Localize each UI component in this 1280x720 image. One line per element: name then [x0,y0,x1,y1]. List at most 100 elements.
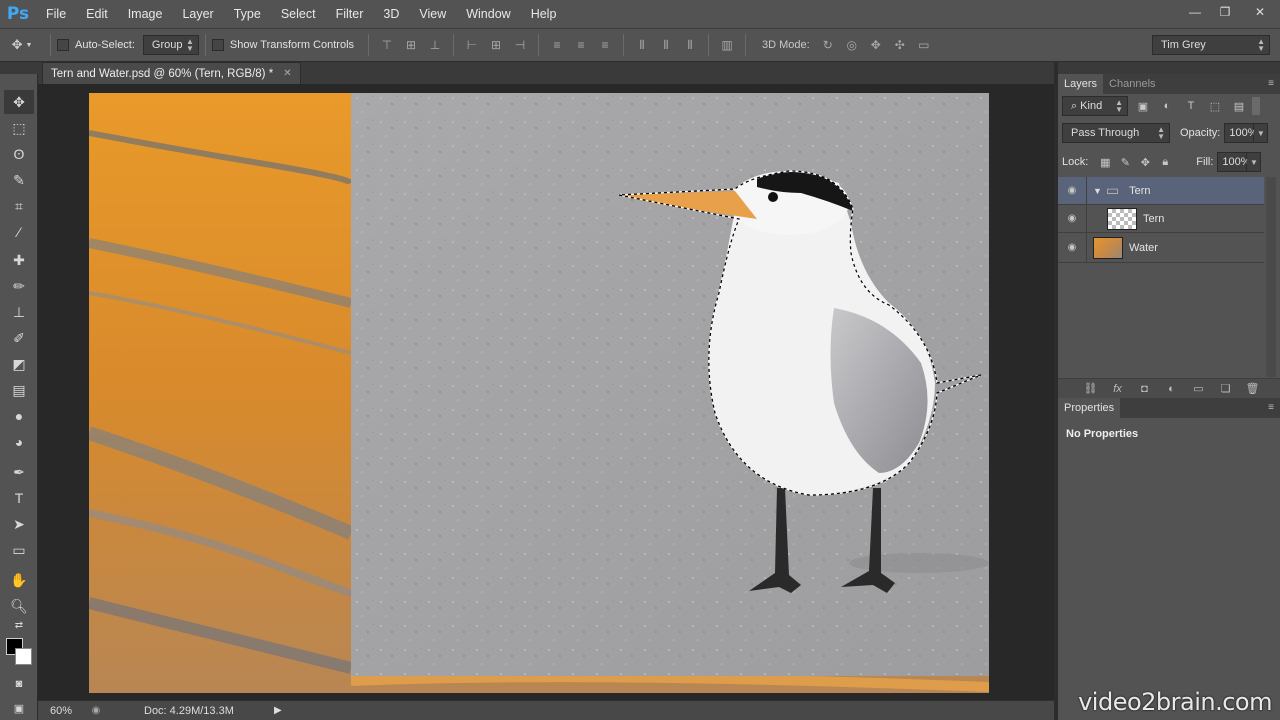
align-vcenter-icon[interactable]: ⊞ [399,33,423,57]
panel-menu-icon[interactable]: ≡ [1268,78,1274,89]
align-left-icon[interactable]: ⊢ [460,33,484,57]
panel-dock-grip[interactable] [1058,62,1280,74]
menu-image[interactable]: Image [118,0,173,28]
filter-adjustment-icon[interactable]: ◐ [1158,97,1176,115]
fill-input[interactable]: 100% [1217,152,1251,172]
align-top-icon[interactable]: ⊤ [375,33,399,57]
menu-select[interactable]: Select [271,0,326,28]
layers-scrollbar[interactable] [1266,177,1276,377]
eyedropper-tool-icon[interactable]: ⁄ [4,220,34,244]
screen-mode-icon[interactable]: ▣ [4,696,34,720]
menu-type[interactable]: Type [224,0,271,28]
layer-row-tern[interactable]: ◉ Tern [1058,205,1264,233]
status-menu-arrow-icon[interactable]: ▶ [274,705,282,716]
lasso-tool-icon[interactable]: ʘ [4,142,34,166]
filter-smart-object-icon[interactable]: ▤ [1230,97,1248,115]
distribute-bottom-icon[interactable]: ≡ [593,33,617,57]
hand-tool-icon[interactable]: ✋ [4,568,34,592]
pen-tool-icon[interactable]: ✒ [4,460,34,484]
link-layers-icon[interactable]: ⛓ [1077,382,1104,395]
tab-properties[interactable]: Properties [1058,398,1121,418]
3d-pan-icon[interactable]: ✥ [864,33,888,57]
visibility-eye-icon[interactable]: ◉ [1058,213,1086,224]
tab-channels[interactable]: Channels [1103,74,1161,94]
brush-tool-icon[interactable]: ✏ [4,274,34,298]
menu-help[interactable]: Help [521,0,567,28]
filter-kind-dropdown[interactable]: ⌕ Kind ▲ ▼ [1062,96,1128,116]
distribute-left-icon[interactable]: ⦀ [630,33,654,57]
visibility-eye-icon[interactable]: ◉ [1058,242,1086,253]
align-right-icon[interactable]: ⊣ [508,33,532,57]
menu-layer[interactable]: Layer [172,0,223,28]
dodge-tool-icon[interactable]: ◕ [4,430,34,454]
zoom-level-field[interactable]: 60% [38,705,84,717]
healing-brush-tool-icon[interactable]: ✚ [4,248,34,272]
marquee-tool-icon[interactable]: ⬚ [4,116,34,140]
history-brush-tool-icon[interactable]: ✐ [4,326,34,350]
auto-select-dropdown[interactable]: Group ▲ ▼ [142,35,199,55]
move-tool-preset-icon[interactable]: ✥ ▼ [0,33,44,57]
lock-image-icon[interactable]: ✎ [1116,153,1134,171]
menu-window[interactable]: Window [456,0,520,28]
document-tab[interactable]: Tern and Water.psd @ 60% (Tern, RGB/8) *… [42,62,301,84]
menu-filter[interactable]: Filter [326,0,374,28]
layer-row-water[interactable]: ◉ Water [1058,233,1264,263]
group-expand-triangle-icon[interactable]: ▼ [1093,186,1102,196]
filter-pixel-icon[interactable]: ▣ [1134,97,1152,115]
lock-position-icon[interactable]: ✥ [1136,153,1154,171]
distribute-top-icon[interactable]: ≡ [545,33,569,57]
new-group-folder-icon[interactable]: ▭ [1185,382,1212,395]
type-tool-icon[interactable]: T [4,486,34,510]
workspace-dropdown[interactable]: Tim Grey ▲ ▼ [1152,35,1270,55]
auto-select-checkbox[interactable] [57,39,69,51]
3d-slide-icon[interactable]: ✣ [888,33,912,57]
layer-row-tern-group[interactable]: ◉ ▼ ▭ Tern [1058,177,1264,205]
delete-layer-trash-icon[interactable]: 🗑︎ [1239,382,1266,395]
quick-selection-tool-icon[interactable]: ✎ [4,168,34,192]
menu-edit[interactable]: Edit [76,0,118,28]
menu-view[interactable]: View [409,0,456,28]
rectangle-tool-icon[interactable]: ▭ [4,538,34,562]
filter-toggle-switch[interactable] [1252,97,1260,115]
filter-type-icon[interactable]: T [1182,97,1200,115]
background-color-swatch[interactable] [15,648,32,665]
lock-all-icon[interactable]: 🔒︎ [1156,153,1174,171]
blend-mode-dropdown[interactable]: Pass Through ▲ ▼ [1062,123,1170,143]
add-mask-icon[interactable]: ◘ [1131,383,1158,395]
layer-style-fx-icon[interactable]: fx [1104,383,1131,395]
align-hcenter-icon[interactable]: ⊞ [484,33,508,57]
panel-menu-icon[interactable]: ≡ [1268,402,1274,413]
show-transform-checkbox[interactable] [211,39,224,51]
blur-tool-icon[interactable]: ● [4,404,34,428]
swap-colors-icon[interactable]: ⇄ [4,618,34,632]
visibility-eye-icon[interactable]: ◉ [1058,185,1086,196]
clone-stamp-tool-icon[interactable]: ⊥ [4,300,34,324]
3d-scale-icon[interactable]: ▭ [912,33,936,57]
tab-layers[interactable]: Layers [1058,74,1104,94]
distribute-right-icon[interactable]: ⦀ [678,33,702,57]
gradient-tool-icon[interactable]: ▤ [4,378,34,402]
3d-roll-icon[interactable]: ◎ [840,33,864,57]
fill-slider-arrow-icon[interactable]: ▼ [1247,152,1262,172]
minimize-button[interactable]: — [1180,0,1210,24]
document-image[interactable] [89,93,989,693]
menu-file[interactable]: File [36,0,76,28]
eraser-tool-icon[interactable]: ◩ [4,352,34,376]
filter-shape-icon[interactable]: ⬚ [1206,97,1224,115]
restore-button[interactable]: ❐ [1210,0,1240,24]
3d-rotate-icon[interactable]: ↻ [816,33,840,57]
tools-panel-grip[interactable] [0,62,38,74]
auto-align-icon[interactable]: ▥ [715,33,739,57]
close-button[interactable]: ✕ [1240,0,1280,24]
align-bottom-icon[interactable]: ⊥ [423,33,447,57]
canvas-area[interactable] [38,84,1054,700]
menu-3d[interactable]: 3D [373,0,409,28]
path-selection-tool-icon[interactable]: ➤ [4,512,34,536]
distribute-hcenter-icon[interactable]: ⦀ [654,33,678,57]
new-adjustment-layer-icon[interactable]: ◐ [1158,383,1185,395]
move-tool-icon[interactable]: ✥ [4,90,34,114]
distribute-vcenter-icon[interactable]: ≡ [569,33,593,57]
lock-transparent-icon[interactable]: ▦ [1096,153,1114,171]
quick-mask-icon[interactable]: ◙ [4,672,34,696]
status-info-icon[interactable]: ◉ [88,704,104,718]
